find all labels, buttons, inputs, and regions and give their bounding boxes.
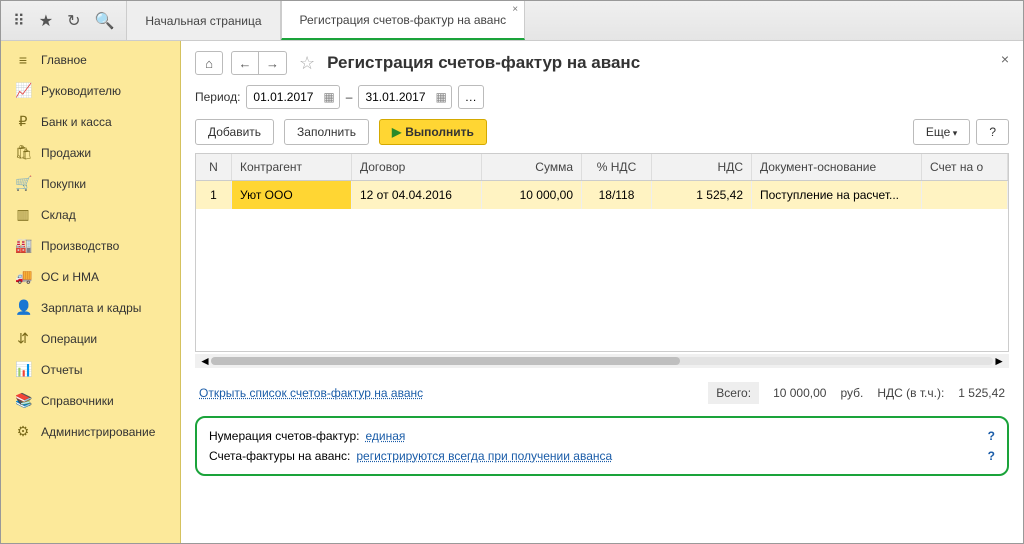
sidebar-item-bank[interactable]: ₽Банк и касса (1, 106, 180, 137)
scroll-left-icon[interactable]: ◄ (199, 354, 211, 368)
sidebar-item-salary[interactable]: 👤Зарплата и кадры (1, 292, 180, 323)
main-pane: × ⌂ ← → ☆ Регистрация счетов-фактур на а… (181, 41, 1023, 543)
sidebar: ≡Главное 📈Руководителю ₽Банк и касса 🛍Пр… (1, 41, 181, 543)
home-button[interactable]: ⌂ (195, 51, 223, 75)
horizontal-scrollbar[interactable]: ◄ ► (195, 354, 1009, 368)
scroll-right-icon[interactable]: ► (993, 354, 1005, 368)
settings-box: Нумерация счетов-фактур: единая ? Счета-… (195, 416, 1009, 476)
sidebar-item-os[interactable]: 🚚ОС и НМА (1, 261, 180, 292)
fill-button[interactable]: Заполнить (284, 119, 369, 145)
col-account[interactable]: Счет на о (922, 154, 1008, 180)
ruble-icon: ₽ (15, 113, 31, 130)
period-sep: – (346, 90, 353, 104)
total-sum: 10 000,00 (773, 386, 826, 400)
sidebar-item-refs[interactable]: 📚Справочники (1, 385, 180, 416)
open-list-link[interactable]: Открыть список счетов-фактур на аванс (199, 386, 423, 400)
truck-icon: 🚚 (15, 268, 31, 285)
sidebar-item-admin[interactable]: ⚙Администрирование (1, 416, 180, 447)
sidebar-item-sales[interactable]: 🛍Продажи (1, 137, 180, 168)
topbar: ⠿ ★ ↻ 🔍 Начальная страница Регистрация с… (1, 1, 1023, 41)
col-contragent[interactable]: Контрагент (232, 154, 352, 180)
history-icon[interactable]: ↻ (67, 11, 80, 31)
back-button[interactable]: ← (231, 51, 259, 75)
total-rub: руб. (840, 386, 863, 400)
gear-icon: ⚙ (15, 423, 31, 440)
date-from-field[interactable]: ▦ (246, 85, 339, 109)
advance-label: Счета-фактуры на аванс: (209, 449, 350, 463)
period-select-button[interactable]: … (458, 85, 484, 109)
grid: N Контрагент Договор Сумма % НДС НДС Док… (195, 153, 1009, 352)
factory-icon: 🏭 (15, 237, 31, 254)
close-icon[interactable]: × (512, 4, 518, 15)
col-vatpct[interactable]: % НДС (582, 154, 652, 180)
swap-icon: ⇵ (15, 330, 31, 347)
total-label: Всего: (708, 382, 759, 404)
period-label: Период: (195, 90, 240, 104)
help-icon[interactable]: ? (988, 429, 995, 443)
play-icon: ▶ (392, 125, 401, 139)
total-nds-label: НДС (в т.ч.): (877, 386, 944, 400)
col-sum[interactable]: Сумма (482, 154, 582, 180)
col-n[interactable]: N (196, 154, 232, 180)
tab-home[interactable]: Начальная страница (126, 1, 280, 40)
forward-button[interactable]: → (259, 51, 287, 75)
date-to-field[interactable]: ▦ (358, 85, 451, 109)
more-button[interactable]: Еще (913, 119, 970, 145)
tab-registration[interactable]: Регистрация счетов-фактур на аванс × (281, 1, 526, 40)
sidebar-item-reports[interactable]: 📊Отчеты (1, 354, 180, 385)
close-main-icon[interactable]: × (1001, 51, 1009, 67)
calendar-icon[interactable]: ▦ (435, 90, 446, 104)
sidebar-item-stock[interactable]: ▥Склад (1, 199, 180, 230)
sidebar-item-buy[interactable]: 🛒Покупки (1, 168, 180, 199)
calendar-icon[interactable]: ▦ (323, 90, 334, 104)
add-button[interactable]: Добавить (195, 119, 274, 145)
menu-icon: ≡ (15, 52, 31, 68)
numbering-link[interactable]: единая (365, 429, 405, 443)
sidebar-item-ops[interactable]: ⇵Операции (1, 323, 180, 354)
star-icon[interactable]: ★ (39, 11, 53, 31)
search-icon[interactable]: 🔍 (94, 11, 114, 31)
advance-link[interactable]: регистрируются всегда при получении аван… (356, 449, 612, 463)
total-nds: 1 525,42 (958, 386, 1005, 400)
favorite-icon[interactable]: ☆ (299, 53, 315, 74)
stock-icon: ▥ (15, 206, 31, 223)
chart-icon: 📈 (15, 82, 31, 99)
sidebar-item-main[interactable]: ≡Главное (1, 45, 180, 75)
sidebar-item-prod[interactable]: 🏭Производство (1, 230, 180, 261)
run-button[interactable]: ▶Выполнить (379, 119, 487, 145)
col-doc[interactable]: Документ-основание (752, 154, 922, 180)
help-button[interactable]: ? (976, 119, 1009, 145)
cart-icon: 🛒 (15, 175, 31, 192)
apps-icon[interactable]: ⠿ (13, 11, 25, 31)
col-contract[interactable]: Договор (352, 154, 482, 180)
page-title: Регистрация счетов-фактур на аванс (327, 53, 640, 73)
col-nds[interactable]: НДС (652, 154, 752, 180)
numbering-label: Нумерация счетов-фактур: (209, 429, 359, 443)
books-icon: 📚 (15, 392, 31, 409)
sidebar-item-manager[interactable]: 📈Руководителю (1, 75, 180, 106)
bag-icon: 🛍 (15, 144, 31, 161)
person-icon: 👤 (15, 299, 31, 316)
bars-icon: 📊 (15, 361, 31, 378)
table-row[interactable]: 1 Уют ООО 12 от 04.04.2016 10 000,00 18/… (196, 181, 1008, 209)
grid-header: N Контрагент Договор Сумма % НДС НДС Док… (196, 154, 1008, 181)
help-icon[interactable]: ? (988, 449, 995, 463)
